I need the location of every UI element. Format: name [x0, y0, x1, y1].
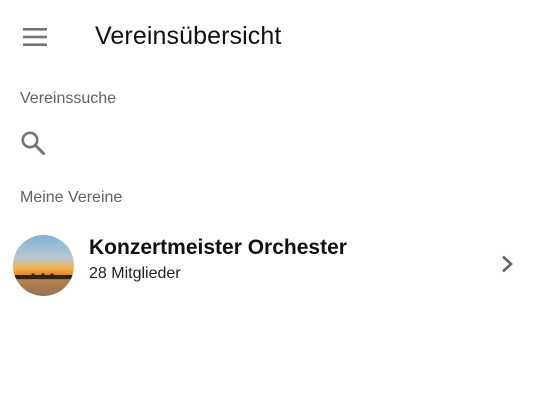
club-list-item[interactable]: Konzertmeister Orchester 28 Mitglieder	[0, 226, 540, 304]
search-icon	[21, 131, 45, 155]
page-title: Vereinsübersicht	[95, 22, 282, 50]
club-member-count: 28 Mitglieder	[89, 265, 181, 282]
menu-icon	[23, 28, 47, 46]
club-search-label: Vereinssuche	[20, 90, 117, 107]
club-avatar	[13, 235, 74, 296]
menu-button[interactable]	[14, 17, 58, 57]
chevron-right-icon	[502, 255, 513, 273]
my-clubs-label: Meine Vereine	[20, 189, 123, 206]
sunset-avatar-image	[13, 235, 74, 296]
club-name: Konzertmeister Orchester	[89, 236, 347, 259]
club-overview-screen: Vereinsübersicht Vereinssuche Meine Vere…	[0, 0, 540, 400]
app-bar: Vereinsübersicht	[0, 0, 540, 76]
club-search-button[interactable]	[13, 125, 53, 161]
